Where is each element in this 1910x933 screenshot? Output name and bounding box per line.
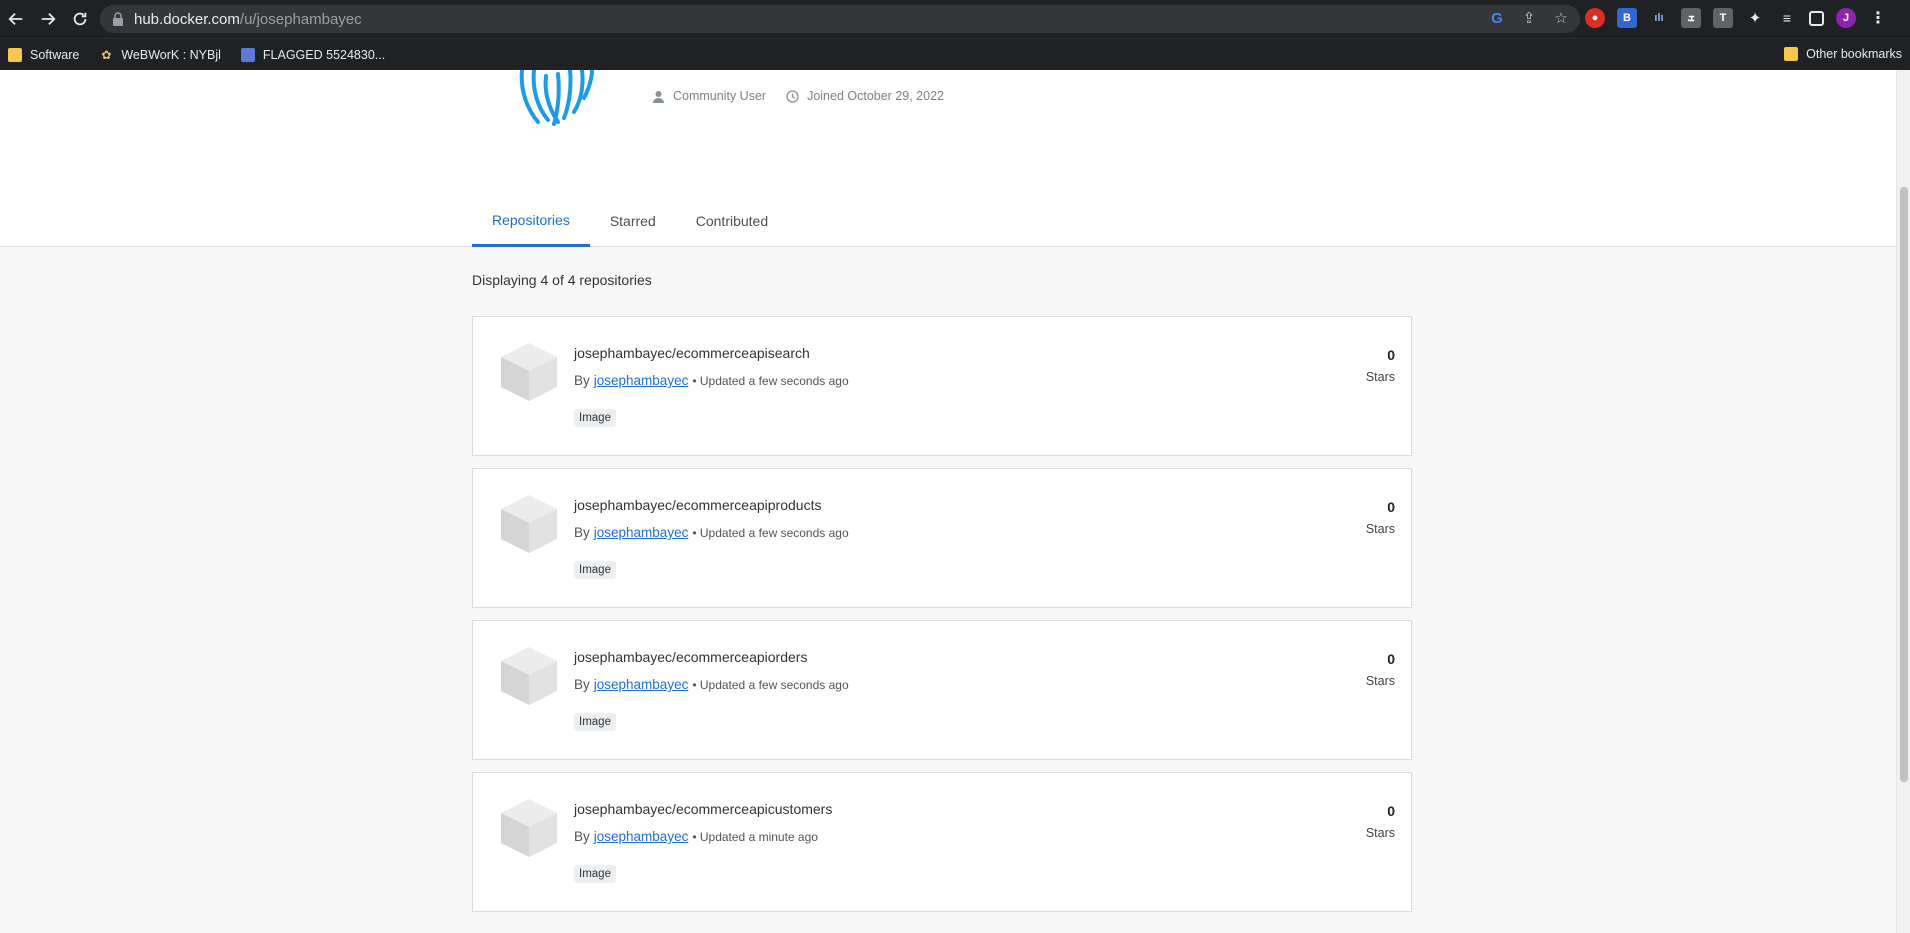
updated-text: • Updated a minute ago: [692, 829, 818, 844]
bookmark-star-icon[interactable]: ☆: [1552, 9, 1570, 27]
repository-count: Displaying 4 of 4 repositories: [472, 272, 652, 288]
profile-avatar-icon[interactable]: J: [1836, 8, 1856, 28]
by-label: By: [574, 373, 590, 388]
stars-number: 0: [1387, 347, 1395, 363]
bookmarks-bar: Software ✿ WeBWorK : NYBjl FLAGGED 55248…: [0, 38, 1910, 70]
stars-label: Stars: [1365, 826, 1395, 840]
updated-text: • Updated a few seconds ago: [692, 373, 849, 388]
repository-name[interactable]: josephambayec/ecommerceapisearch: [574, 345, 810, 361]
folder-icon: [1784, 47, 1799, 61]
repository-name[interactable]: josephambayec/ecommerceapiorders: [574, 649, 807, 665]
repository-card[interactable]: josephambayec/ecommerceapisearch By jose…: [472, 316, 1412, 456]
type-badge: Image: [574, 865, 616, 883]
page-content: Community User Joined October 29, 2022 R…: [0, 70, 1896, 933]
reload-icon[interactable]: [64, 3, 96, 35]
bookmark-label: FLAGGED 5524830...: [262, 47, 386, 62]
media-icon[interactable]: ≡: [1777, 8, 1797, 28]
repository-card[interactable]: josephambayec/ecommerceapiorders By jose…: [472, 620, 1412, 760]
by-label: By: [574, 525, 590, 540]
stars-count: 0 Stars: [1366, 651, 1395, 690]
stars-number: 0: [1387, 651, 1395, 667]
url-path: /u/josephambayec: [239, 10, 362, 28]
repository-byline: By josephambayec • Updated a few seconds…: [574, 525, 849, 540]
side-panel-icon[interactable]: [1809, 10, 1824, 26]
address-bar[interactable]: hub.docker.com/u/josephambayec G ⇪ ☆: [100, 5, 1580, 33]
scrollbar-thumb[interactable]: [1900, 187, 1908, 782]
vertical-scrollbar[interactable]: [1896, 70, 1910, 933]
extension-equalizer-icon[interactable]: ılı: [1649, 8, 1669, 28]
owner-link[interactable]: josephambayec: [594, 373, 689, 388]
tab-repositories[interactable]: Repositories: [472, 195, 590, 247]
stars-label: Stars: [1365, 370, 1395, 384]
stars-label: Stars: [1365, 522, 1395, 536]
by-label: By: [574, 829, 590, 844]
owner-link[interactable]: josephambayec: [594, 677, 689, 692]
other-bookmarks[interactable]: Other bookmarks: [1784, 47, 1902, 61]
browser-toolbar: hub.docker.com/u/josephambayec G ⇪ ☆ ● B…: [0, 0, 1910, 38]
stars-number: 0: [1387, 499, 1395, 515]
owner-link[interactable]: josephambayec: [594, 829, 689, 844]
bookmark-label: WeBWorK : NYBjl: [121, 47, 221, 62]
extension-shield-icon[interactable]: B: [1617, 8, 1637, 28]
extension-t-icon[interactable]: T: [1713, 8, 1733, 28]
by-label: By: [574, 677, 590, 692]
profile-tabs: Repositories Starred Contributed: [472, 195, 788, 247]
stars-count: 0 Stars: [1366, 499, 1395, 538]
fingerprint-avatar-icon: [519, 70, 594, 126]
stars-number: 0: [1387, 803, 1395, 819]
user-icon: [653, 90, 664, 103]
type-badge: Image: [574, 409, 616, 427]
back-icon[interactable]: [0, 3, 32, 35]
cube-icon: [501, 647, 557, 705]
repository-byline: By josephambayec • Updated a few seconds…: [574, 373, 849, 388]
repository-name[interactable]: josephambayec/ecommerceapiproducts: [574, 497, 821, 513]
cube-icon: [501, 495, 557, 553]
other-bookmarks-label: Other bookmarks: [1806, 47, 1902, 61]
stars-count: 0 Stars: [1366, 347, 1395, 386]
stars-label: Stars: [1365, 674, 1395, 688]
repository-card[interactable]: josephambayec/ecommerceapicustomers By j…: [472, 772, 1412, 912]
bookmark-flagged[interactable]: FLAGGED 5524830...: [240, 47, 386, 62]
repository-byline: By josephambayec • Updated a few seconds…: [574, 677, 849, 692]
type-badge: Image: [574, 561, 616, 579]
role-text: Community User: [673, 89, 767, 103]
url-host: hub.docker.com: [134, 10, 240, 28]
tab-starred[interactable]: Starred: [590, 195, 676, 247]
cube-icon: [501, 799, 557, 857]
bookmark-label: Software: [30, 47, 80, 62]
repository-byline: By josephambayec • Updated a minute ago: [574, 829, 818, 844]
google-icon[interactable]: G: [1488, 9, 1506, 27]
tab-contributed[interactable]: Contributed: [676, 195, 788, 247]
repository-name[interactable]: josephambayec/ecommerceapicustomers: [574, 801, 832, 817]
join-date: Joined October 29, 2022: [786, 89, 944, 103]
type-badge: Image: [574, 713, 616, 731]
updated-text: • Updated a few seconds ago: [692, 525, 849, 540]
site-icon: [240, 47, 255, 62]
profile-header: Community User Joined October 29, 2022 R…: [0, 70, 1896, 247]
joined-text: Joined October 29, 2022: [807, 89, 944, 103]
extension-gray-icon[interactable]: ܫ: [1681, 8, 1701, 28]
updated-text: • Updated a few seconds ago: [692, 677, 849, 692]
repository-card[interactable]: josephambayec/ecommerceapiproducts By jo…: [472, 468, 1412, 608]
stars-count: 0 Stars: [1366, 803, 1395, 842]
user-role: Community User: [652, 89, 766, 103]
clock-icon: [786, 89, 799, 103]
extension-red-icon[interactable]: ●: [1585, 8, 1605, 28]
forward-icon[interactable]: [32, 3, 64, 35]
owner-link[interactable]: josephambayec: [594, 525, 689, 540]
menu-kebab-icon[interactable]: ⋮: [1868, 8, 1888, 28]
bookmark-software[interactable]: Software: [8, 47, 80, 62]
folder-icon: [8, 47, 22, 62]
cube-icon: [501, 343, 557, 401]
bookmark-webwork[interactable]: ✿ WeBWorK : NYBjl: [99, 47, 221, 62]
share-icon[interactable]: ⇪: [1520, 9, 1538, 27]
webwork-icon: ✿: [99, 47, 114, 62]
lock-icon: [113, 12, 123, 26]
puzzle-icon[interactable]: ✦: [1745, 8, 1765, 28]
